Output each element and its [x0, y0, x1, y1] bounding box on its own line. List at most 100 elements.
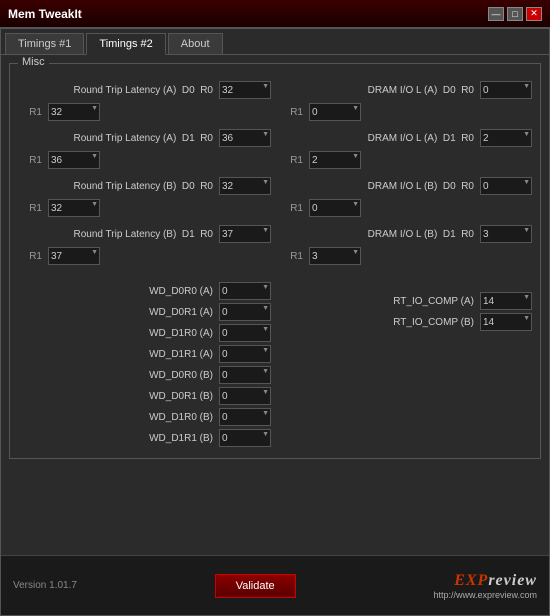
rt-io-comp-a-wrapper: 1415: [480, 292, 532, 310]
dram-b-d0-r1-wrapper: 01: [309, 199, 361, 217]
maximize-button[interactable]: □: [507, 7, 523, 21]
rt-io-comp-b-select[interactable]: 1415: [480, 313, 532, 331]
wd-d1r0-b-label: WD_D1R0 (B): [18, 412, 219, 423]
rt-io-comp-b-wrapper: 1415: [480, 313, 532, 331]
wd-d0r0-b-select[interactable]: 01: [219, 366, 271, 384]
dram-b-d0-r1-select[interactable]: 01: [309, 199, 361, 217]
wd-d1r1-b-label: WD_D1R1 (B): [18, 433, 219, 444]
top-columns: Round Trip Latency (A) D0 R0 32333435 R1: [18, 72, 532, 272]
dram-a-d0-r1-select[interactable]: 01: [309, 103, 361, 121]
wd-d0r0-b-wrapper: 01: [219, 366, 271, 384]
rtl-a-d0-r0-select[interactable]: 32333435: [219, 81, 271, 99]
rtl-a-d1-group: Round Trip Latency (A) D1 R0 3637 R1: [18, 128, 271, 170]
wd-right: RT_IO_COMP (A) 1415 RT_IO_COMP (B) 1415: [279, 282, 532, 450]
rtl-b-d1-r0-wrapper: 3738: [219, 225, 271, 243]
dram-b-d1-r1-row: R1 34: [279, 246, 532, 266]
left-column: Round Trip Latency (A) D0 R0 32333435 R1: [18, 80, 271, 272]
dram-b-d0-r1-row: R1 01: [279, 198, 532, 218]
rtl-a-d0-r0-wrapper: 32333435: [219, 81, 271, 99]
rtl-b-d0-r1-row: R1 3233: [18, 198, 271, 218]
r1-dram-b-d1: R1: [279, 251, 309, 262]
wd-d1r0-a-select[interactable]: 01: [219, 324, 271, 342]
misc-group: Misc Round Trip Latency (A) D0 R0 323334…: [9, 63, 541, 459]
wd-d0r0-a-row: WD_D0R0 (A) 01: [18, 282, 271, 300]
rtl-b-d1-r1-row: R1 3738: [18, 246, 271, 266]
wd-d1r1-b-row: WD_D1R1 (B) 01: [18, 429, 271, 447]
wd-d0r0-b-row: WD_D0R0 (B) 01: [18, 366, 271, 384]
rtl-a-d0-r1-select[interactable]: 3233: [48, 103, 100, 121]
rtl-a-d1-r1-select[interactable]: 3637: [48, 151, 100, 169]
dram-b-d1-r0-row: DRAM I/O L (B) D1 R0 34: [279, 224, 532, 244]
rtl-b-d0-r1-select[interactable]: 3233: [48, 199, 100, 217]
rtl-a-d1-r0-select[interactable]: 3637: [219, 129, 271, 147]
wd-d1r1-b-select[interactable]: 01: [219, 429, 271, 447]
dram-a-d0-r1-row: R1 01: [279, 102, 532, 122]
wd-d0r0-a-wrapper: 01: [219, 282, 271, 300]
app-title: Mem TweakIt: [8, 7, 82, 21]
r1-dram-a-d0: R1: [279, 107, 309, 118]
rtl-a-d1-r1-wrapper: 3637: [48, 151, 100, 169]
tab-about[interactable]: About: [168, 33, 223, 54]
dram-b-d0-r0-select[interactable]: 01: [480, 177, 532, 195]
r1-sublabel4: R1: [18, 251, 48, 262]
rtl-b-d0-r0-wrapper: 3233: [219, 177, 271, 195]
rtl-b-d1-r1-wrapper: 3738: [48, 247, 100, 265]
dram-b-d1-r0-wrapper: 34: [480, 225, 532, 243]
window-controls: — □ ✕: [488, 7, 542, 21]
wd-d0r1-a-select[interactable]: 01: [219, 303, 271, 321]
rt-io-comp-a-row: RT_IO_COMP (A) 1415: [279, 292, 532, 310]
wd-d1r0-a-label: WD_D1R0 (A): [18, 328, 219, 339]
validate-button[interactable]: Validate: [215, 574, 296, 598]
dram-a-d1-r1-select[interactable]: 23: [309, 151, 361, 169]
watermark-url: http://www.expreview.com: [433, 590, 537, 600]
dram-a-d1-r0-row: DRAM I/O L (A) D1 R0 23: [279, 128, 532, 148]
dram-b-d1-r0-select[interactable]: 34: [480, 225, 532, 243]
wd-d1r0-a-row: WD_D1R0 (A) 01: [18, 324, 271, 342]
tab-bar: Timings #1 Timings #2 About: [1, 29, 549, 55]
rt-io-comp-a-label: RT_IO_COMP (A): [279, 296, 480, 307]
dram-b-d0-r0-row: DRAM I/O L (B) D0 R0 01: [279, 176, 532, 196]
rtl-b-d0-label: Round Trip Latency (B) D0 R0: [18, 181, 219, 192]
wd-d1r0-b-select[interactable]: 01: [219, 408, 271, 426]
wd-d1r1-a-select[interactable]: 01: [219, 345, 271, 363]
dram-a-d1-r0-select[interactable]: 23: [480, 129, 532, 147]
wd-d1r0-b-wrapper: 01: [219, 408, 271, 426]
rt-io-comp-a-select[interactable]: 1415: [480, 292, 532, 310]
dram-b-d0-r0-wrapper: 01: [480, 177, 532, 195]
rtl-a-d1-label: Round Trip Latency (A) D1 R0: [18, 133, 219, 144]
rtl-b-d0-r1-wrapper: 3233: [48, 199, 100, 217]
rtl-b-d1-r0-select[interactable]: 3738: [219, 225, 271, 243]
minimize-button[interactable]: —: [488, 7, 504, 21]
rtl-b-d0-group: Round Trip Latency (B) D0 R0 3233 R1: [18, 176, 271, 218]
r1-sublabel2: R1: [18, 155, 48, 166]
main-window: Timings #1 Timings #2 About Misc Round T…: [0, 28, 550, 616]
dram-b-d1-r1-wrapper: 34: [309, 247, 361, 265]
wd-d1r1-a-row: WD_D1R1 (A) 01: [18, 345, 271, 363]
tab-timings2[interactable]: Timings #2: [86, 33, 165, 55]
wd-d0r0-a-select[interactable]: 01: [219, 282, 271, 300]
wd-d1r0-b-row: WD_D1R0 (B) 01: [18, 408, 271, 426]
rtl-a-d0-group: Round Trip Latency (A) D0 R0 32333435 R1: [18, 80, 271, 122]
rtl-a-d1-r0-row: Round Trip Latency (A) D1 R0 3637: [18, 128, 271, 148]
wd-d0r1-b-wrapper: 01: [219, 387, 271, 405]
rtl-b-d0-r0-select[interactable]: 3233: [219, 177, 271, 195]
rtl-a-d0-label: Round Trip Latency (A) D0 R0: [18, 85, 219, 96]
dram-a-d1-r1-row: R1 23: [279, 150, 532, 170]
wd-d0r1-b-select[interactable]: 01: [219, 387, 271, 405]
rtl-a-d0-r1-wrapper: 3233: [48, 103, 100, 121]
wd-d0r1-b-label: WD_D0R1 (B): [18, 391, 219, 402]
r1-dram-a-d1: R1: [279, 155, 309, 166]
dram-a-d1-r1-wrapper: 23: [309, 151, 361, 169]
close-button[interactable]: ✕: [526, 7, 542, 21]
rtl-b-d1-r1-select[interactable]: 3738: [48, 247, 100, 265]
wd-d0r1-b-row: WD_D0R1 (B) 01: [18, 387, 271, 405]
dram-a-d0-r1-wrapper: 01: [309, 103, 361, 121]
dram-a-d0-r0-select[interactable]: 012: [480, 81, 532, 99]
tab-timings1[interactable]: Timings #1: [5, 33, 84, 54]
dram-a-d0-label: DRAM I/O L (A) D0 R0: [279, 85, 480, 96]
dram-b-d0-label: DRAM I/O L (B) D0 R0: [279, 181, 480, 192]
wd-d1r1-a-wrapper: 01: [219, 345, 271, 363]
group-label: Misc: [18, 56, 49, 68]
rtl-b-d1-label: Round Trip Latency (B) D1 R0: [18, 229, 219, 240]
dram-b-d1-r1-select[interactable]: 34: [309, 247, 361, 265]
